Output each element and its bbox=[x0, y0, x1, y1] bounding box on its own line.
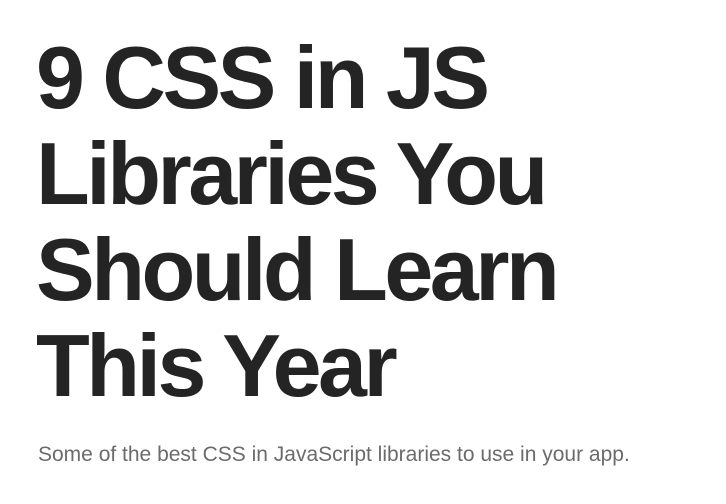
article-header: 9 CSS in JS Libraries You Should Learn T… bbox=[0, 0, 726, 504]
article-title-line: This Year bbox=[36, 316, 398, 415]
article-title-line: Libraries You bbox=[36, 124, 548, 223]
article-title-line: Should Learn bbox=[36, 220, 560, 319]
article-title: 9 CSS in JS Libraries You Should Learn T… bbox=[36, 28, 560, 415]
article-title-line: 9 CSS in JS bbox=[36, 28, 490, 127]
article-subtitle: Some of the best CSS in JavaScript libra… bbox=[38, 443, 630, 466]
